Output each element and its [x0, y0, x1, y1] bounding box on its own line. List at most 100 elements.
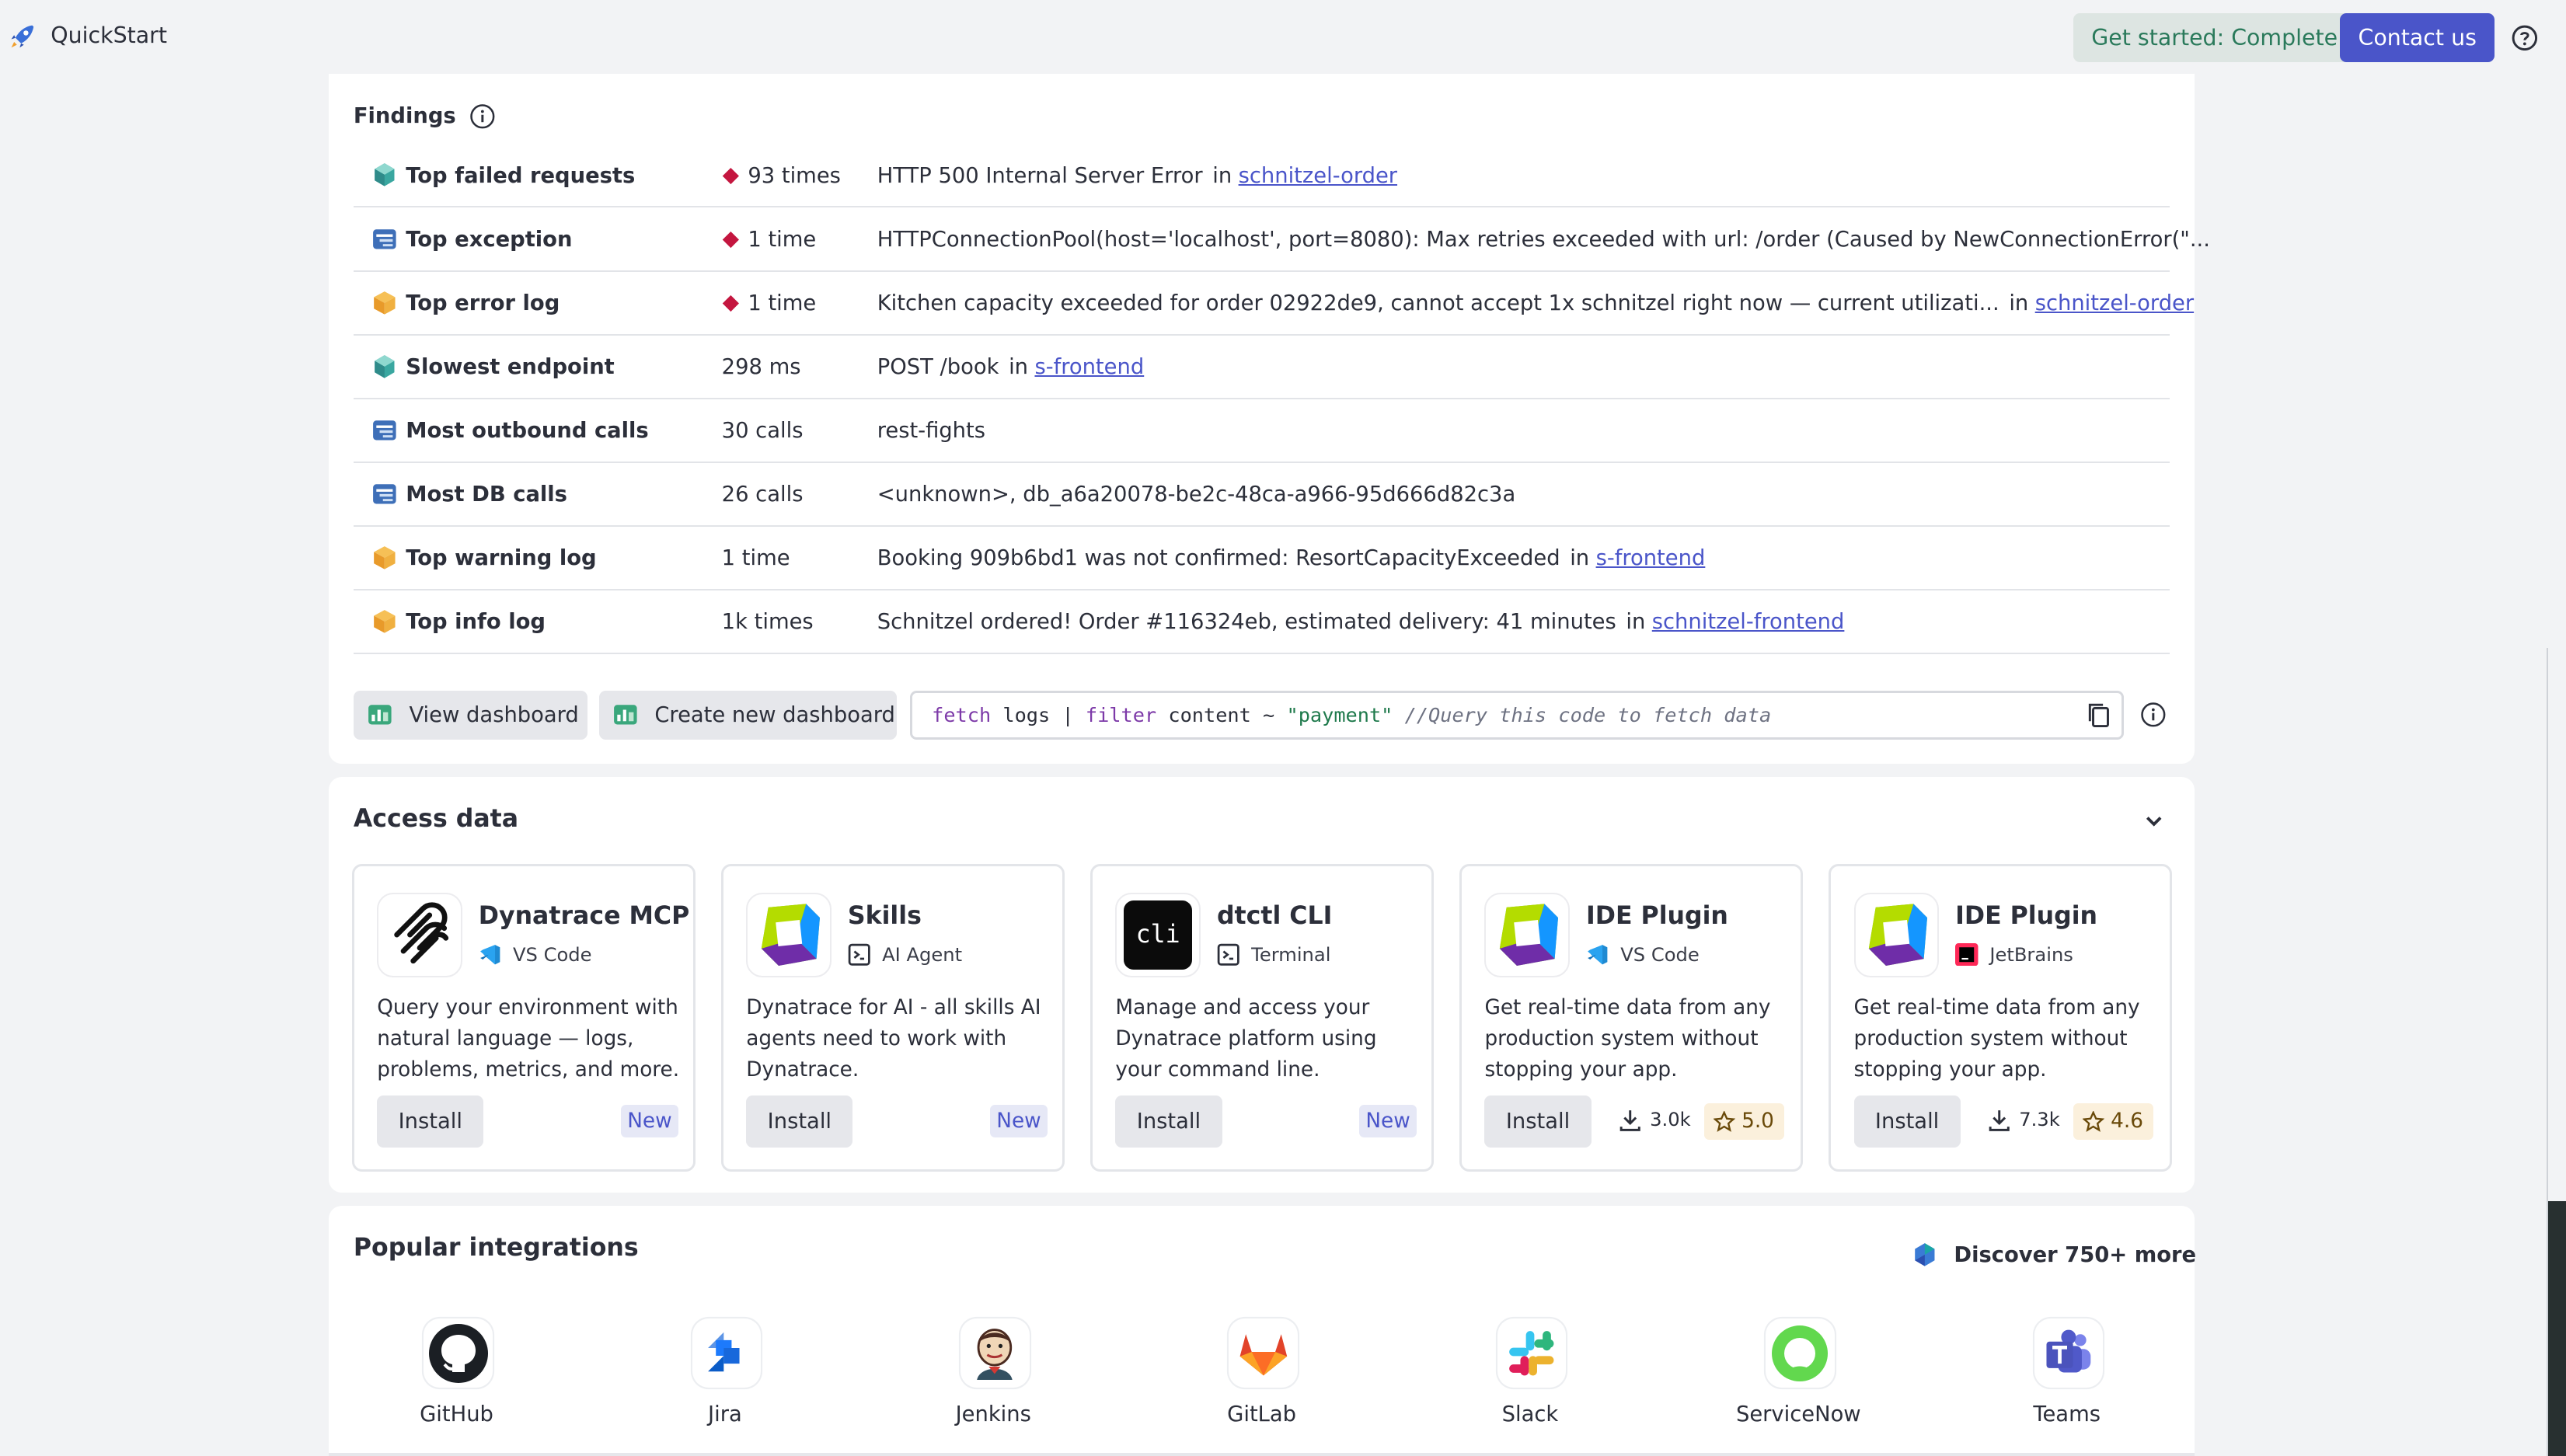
- tile-logo: [1484, 892, 1570, 978]
- finding-row[interactable]: Top failed requests 93 times HTTP 500 Inte…: [353, 144, 2170, 208]
- finding-label: Top failed requests: [406, 163, 636, 188]
- download-count: 3.0k: [1619, 1109, 1691, 1131]
- finding-detail: <unknown>, db_a6a20078-be2c-48ca-a966-95…: [877, 482, 1516, 507]
- finding-metric-value: 1k times: [721, 610, 814, 635]
- finding-in-label: in: [2009, 291, 2029, 315]
- tile-description: Query your environment with natural lang…: [377, 996, 680, 1082]
- discover-more-label: Discover 750+ more: [1954, 1242, 2197, 1267]
- integration-logo: [1766, 1318, 1835, 1388]
- integration-label: Slack: [1501, 1402, 1559, 1426]
- finding-detail-text: Schnitzel ordered! Order #116324eb, esti…: [877, 610, 1616, 635]
- finding-detail: POST /book in s-frontend: [877, 355, 1144, 379]
- cli-icon: cli: [1123, 900, 1193, 970]
- star-icon: [2083, 1110, 2104, 1132]
- discover-more-link[interactable]: Discover 750+ more: [1912, 1242, 2196, 1268]
- query-comment: //Query this code to fetch data: [1404, 703, 1772, 726]
- query-code-box[interactable]: fetch logs | filter content ~ "payment" …: [909, 690, 2125, 740]
- integration-item-github[interactable]: GitHub: [367, 1314, 547, 1428]
- dynatrace-logo-icon: [1499, 904, 1559, 967]
- finding-entity-link[interactable]: s-frontend: [1034, 355, 1144, 379]
- new-badge: New: [989, 1105, 1048, 1138]
- finding-row[interactable]: Most DB calls 26 calls <unknown>, db_a6a20…: [353, 463, 2170, 528]
- access-data-title: Access data: [353, 805, 519, 834]
- tile-platform-label: VS Code: [512, 943, 592, 966]
- install-button[interactable]: Install: [1484, 1095, 1592, 1148]
- integration-item-jira[interactable]: Jira: [635, 1314, 815, 1428]
- finding-metric-value: 26 calls: [721, 482, 804, 507]
- finding-detail: Schnitzel ordered! Order #116324eb, esti…: [877, 610, 1845, 634]
- jenkins-icon: [977, 1328, 1013, 1380]
- tile-name: IDE Plugin: [1955, 902, 2097, 931]
- log-icon: [371, 290, 398, 316]
- download-icon: [1989, 1109, 2010, 1131]
- finding-metric-value: 30 calls: [721, 419, 804, 444]
- integration-tile[interactable]: Dynatrace MCP VS Code Query your environme…: [351, 863, 696, 1172]
- integration-tile[interactable]: cli dtctl CLI Terminal Manage and access yo…: [1090, 863, 1435, 1172]
- finding-row[interactable]: Most outbound calls 30 calls rest-fights: [353, 399, 2170, 463]
- finding-row[interactable]: Top error log 1 time Kitchen capacity exce…: [353, 272, 2194, 336]
- tile-platform-label: AI Agent: [882, 943, 963, 966]
- new-badge: New: [620, 1105, 679, 1138]
- integration-item-teams[interactable]: Teams: [1977, 1314, 2157, 1428]
- tile-name: IDE Plugin: [1586, 902, 1728, 931]
- copy-icon[interactable]: [2085, 702, 2111, 728]
- install-button[interactable]: Install: [1853, 1095, 1961, 1148]
- finding-label: Top error log: [406, 291, 560, 315]
- finding-detail-text: Kitchen capacity exceeded for order 0292…: [877, 291, 1999, 315]
- critical-diamond-icon: [722, 167, 739, 184]
- integration-label: Teams: [2033, 1402, 2101, 1426]
- info-icon[interactable]: [2140, 702, 2167, 728]
- mcp-icon: [394, 902, 449, 964]
- integration-logo: [961, 1318, 1030, 1388]
- integration-label: GitLab: [1227, 1402, 1297, 1426]
- finding-entity-link[interactable]: schnitzel-order: [2035, 291, 2194, 315]
- finding-entity-link[interactable]: s-frontend: [1596, 546, 1706, 570]
- tile-platform: AI Agent: [848, 943, 962, 966]
- finding-metric: 298 ms: [722, 355, 801, 379]
- integration-item-jenkins[interactable]: Jenkins: [903, 1314, 1083, 1428]
- finding-entity-link[interactable]: schnitzel-order: [1239, 164, 1397, 188]
- quickstart-page: QuickStart Get started: Complete Contact…: [0, 0, 2566, 1456]
- help-icon[interactable]: [2512, 25, 2538, 51]
- create-dashboard-label: Create new dashboard: [654, 702, 895, 727]
- tile-platform: Terminal: [1217, 943, 1331, 966]
- tile-platform-label: Terminal: [1251, 943, 1331, 966]
- tile-platform-label: VS Code: [1620, 943, 1700, 966]
- scrollbar-thumb[interactable]: [2547, 1200, 2566, 1456]
- finding-detail: Booking 909b6bd1 was not confirmed: Reso…: [877, 546, 1706, 570]
- integration-item-gitlab[interactable]: GitLab: [1172, 1314, 1352, 1428]
- download-icon: [1619, 1109, 1640, 1131]
- dashboard-icon: [368, 705, 392, 725]
- integration-tile[interactable]: Skills AI Agent Dynatrace for AI - all ski…: [720, 863, 1065, 1172]
- integration-tile[interactable]: IDE Plugin JetBrains Get real-time data fr…: [1829, 863, 2173, 1172]
- info-icon[interactable]: [469, 103, 496, 130]
- rocket-logo-icon: [11, 26, 33, 48]
- finding-label: Top warning log: [406, 546, 597, 571]
- finding-row[interactable]: Top info log 1k times Schnitzel ordered! O…: [353, 590, 2170, 655]
- dynatrace-hub-icon: [1914, 1243, 1935, 1266]
- finding-entity-link[interactable]: schnitzel-frontend: [1652, 610, 1845, 634]
- log-icon: [371, 545, 398, 571]
- install-button[interactable]: Install: [377, 1095, 484, 1148]
- integration-item-servicenow[interactable]: ServiceNow: [1709, 1314, 1889, 1428]
- contact-us-button[interactable]: Contact us: [2340, 12, 2495, 63]
- finding-label: Slowest endpoint: [406, 354, 615, 379]
- finding-row[interactable]: Top exception 1 time HTTPConnectionPool(ho…: [353, 207, 2210, 272]
- integration-label: Jenkins: [955, 1402, 1031, 1426]
- finding-metric: 26 calls: [722, 482, 804, 507]
- finding-row[interactable]: Top warning log 1 time Booking 909b6bd1 wa…: [353, 527, 2170, 591]
- integration-tile[interactable]: IDE Plugin VS Code Get real-time data from…: [1459, 863, 1804, 1172]
- install-button[interactable]: Install: [746, 1095, 853, 1148]
- create-dashboard-button[interactable]: Create new dashboard: [598, 690, 897, 740]
- finding-row[interactable]: Slowest endpoint 298 ms POST /book in s-fron…: [353, 336, 2170, 399]
- finding-detail-text: <unknown>, db_a6a20078-be2c-48ca-a966-95…: [877, 482, 1516, 507]
- chevron-down-icon[interactable]: [2142, 810, 2165, 832]
- integration-item-slack[interactable]: Slack: [1440, 1314, 1620, 1428]
- integration-logo: [1497, 1318, 1567, 1388]
- tile-logo: [746, 892, 832, 978]
- get-started-status-button[interactable]: Get started: Complete: [2073, 12, 2356, 63]
- finding-detail: Kitchen capacity exceeded for order 0292…: [877, 291, 2194, 315]
- install-button[interactable]: Install: [1115, 1095, 1222, 1148]
- dynatrace-logo-icon: [761, 904, 820, 967]
- view-dashboard-button[interactable]: View dashboard: [353, 690, 587, 740]
